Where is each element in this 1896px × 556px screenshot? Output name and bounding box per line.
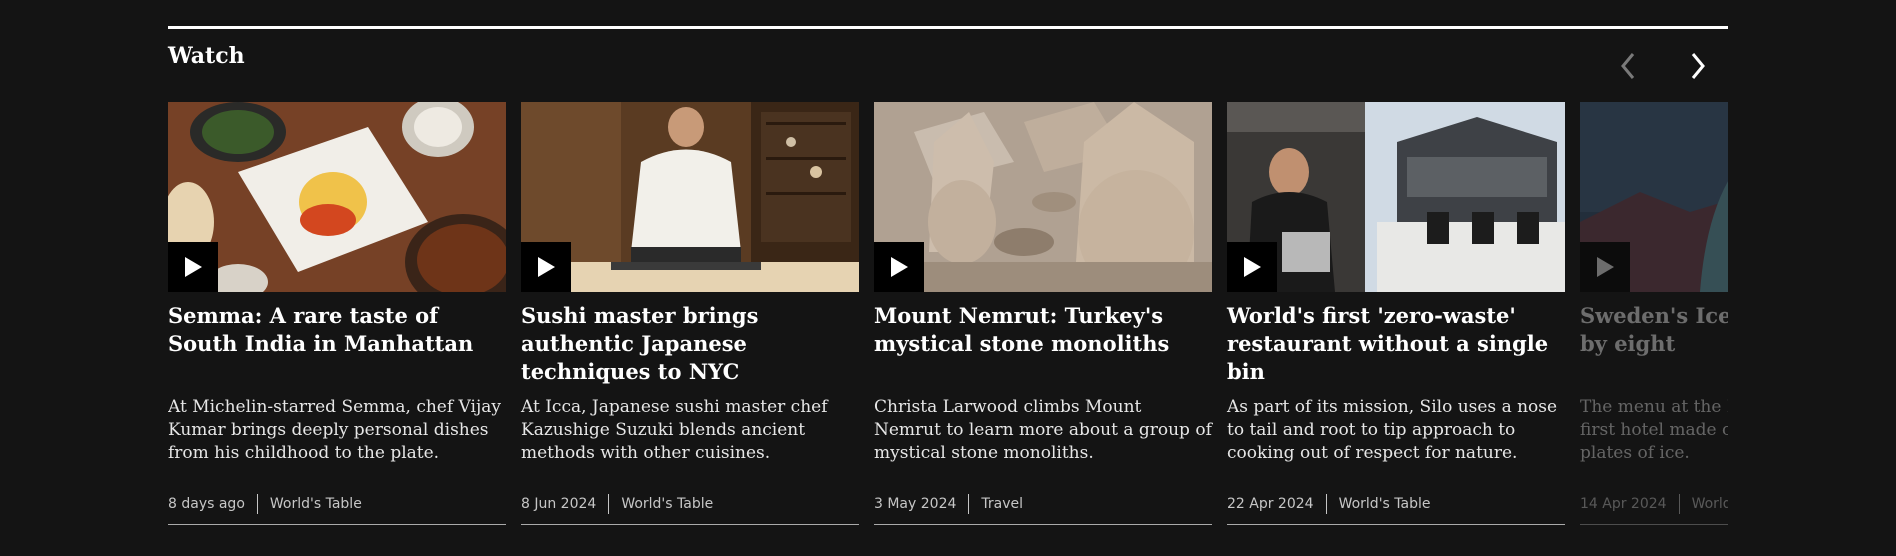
meta-divider xyxy=(256,494,258,514)
play-button[interactable] xyxy=(1580,242,1630,292)
meta-divider xyxy=(1325,494,1327,514)
card-bottom-rule xyxy=(874,524,1212,525)
card-meta: 14 Apr 2024 World's Table xyxy=(1580,494,1728,514)
card-summary: As part of its mission, Silo uses a nose… xyxy=(1227,397,1558,463)
video-card[interactable]: Mount Nemrut: Turkey's mystical stone mo… xyxy=(874,102,1212,526)
card-headline[interactable]: Sweden's Icehotel inspired by eight xyxy=(1580,302,1728,358)
card-summary: The menu at the Icehotel, the world's fi… xyxy=(1580,397,1728,463)
card-headline[interactable]: World's first 'zero-waste' restaurant wi… xyxy=(1227,302,1565,386)
play-button[interactable] xyxy=(521,242,571,292)
card-date: 3 May 2024 xyxy=(874,496,957,512)
play-icon xyxy=(538,257,555,277)
card-category[interactable]: World's Table xyxy=(621,496,713,512)
card-bottom-rule xyxy=(1580,524,1728,525)
card-date: 14 Apr 2024 xyxy=(1580,496,1667,512)
play-button[interactable] xyxy=(168,242,218,292)
play-icon xyxy=(185,257,202,277)
thumbnail-image-sushi xyxy=(521,102,859,292)
chevron-right-icon xyxy=(1691,53,1705,79)
play-icon xyxy=(891,257,908,277)
play-icon xyxy=(1597,257,1614,277)
video-thumbnail[interactable] xyxy=(1227,102,1565,292)
meta-divider xyxy=(608,494,610,514)
card-meta: 8 Jun 2024 World's Table xyxy=(521,494,713,514)
video-card[interactable]: Sushi master brings authentic Japanese t… xyxy=(521,102,859,526)
play-icon xyxy=(1244,257,1261,277)
play-button[interactable] xyxy=(1227,242,1277,292)
card-bottom-rule xyxy=(1227,524,1565,525)
video-thumbnail[interactable] xyxy=(521,102,859,292)
card-date: 22 Apr 2024 xyxy=(1227,496,1314,512)
video-thumbnail[interactable] xyxy=(168,102,506,292)
video-card[interactable]: World's first 'zero-waste' restaurant wi… xyxy=(1227,102,1565,526)
card-date: 8 days ago xyxy=(168,496,245,512)
chevron-left-icon xyxy=(1621,53,1635,79)
video-thumbnail[interactable] xyxy=(874,102,1212,292)
card-category[interactable]: World's Table xyxy=(1692,496,1728,512)
carousel-prev-button[interactable] xyxy=(1610,48,1646,84)
card-bottom-rule xyxy=(521,524,859,525)
meta-divider xyxy=(1678,494,1680,514)
video-carousel: Semma: A rare taste of South India in Ma… xyxy=(168,102,1728,532)
card-headline[interactable]: Semma: A rare taste of South India in Ma… xyxy=(168,302,506,358)
card-category[interactable]: World's Table xyxy=(270,496,362,512)
card-headline[interactable]: Mount Nemrut: Turkey's mystical stone mo… xyxy=(874,302,1212,358)
video-card[interactable]: Sweden's Icehotel inspired by eight The … xyxy=(1580,102,1728,526)
card-meta: 22 Apr 2024 World's Table xyxy=(1227,494,1431,514)
section-title: Watch xyxy=(168,43,245,69)
thumbnail-image-semma xyxy=(168,102,506,292)
video-card[interactable]: Semma: A rare taste of South India in Ma… xyxy=(168,102,506,526)
carousel-next-button[interactable] xyxy=(1680,48,1716,84)
section-top-rule xyxy=(168,26,1728,29)
thumbnail-image-nemrut xyxy=(874,102,1212,292)
card-summary: At Michelin-starred Semma, chef Vijay Ku… xyxy=(168,397,501,463)
video-thumbnail[interactable] xyxy=(1580,102,1728,292)
card-bottom-rule xyxy=(168,524,506,525)
card-category[interactable]: Travel xyxy=(981,496,1023,512)
card-meta: 3 May 2024 Travel xyxy=(874,494,1023,514)
thumbnail-image-silo xyxy=(1227,102,1565,292)
card-category[interactable]: World's Table xyxy=(1339,496,1431,512)
card-meta: 8 days ago World's Table xyxy=(168,494,362,514)
card-summary: Christa Larwood climbs Mount Nemrut to l… xyxy=(874,397,1212,463)
card-headline[interactable]: Sushi master brings authentic Japanese t… xyxy=(521,302,859,386)
play-button[interactable] xyxy=(874,242,924,292)
meta-divider xyxy=(968,494,970,514)
card-summary: At Icca, Japanese sushi master chef Kazu… xyxy=(521,397,828,463)
card-date: 8 Jun 2024 xyxy=(521,496,597,512)
